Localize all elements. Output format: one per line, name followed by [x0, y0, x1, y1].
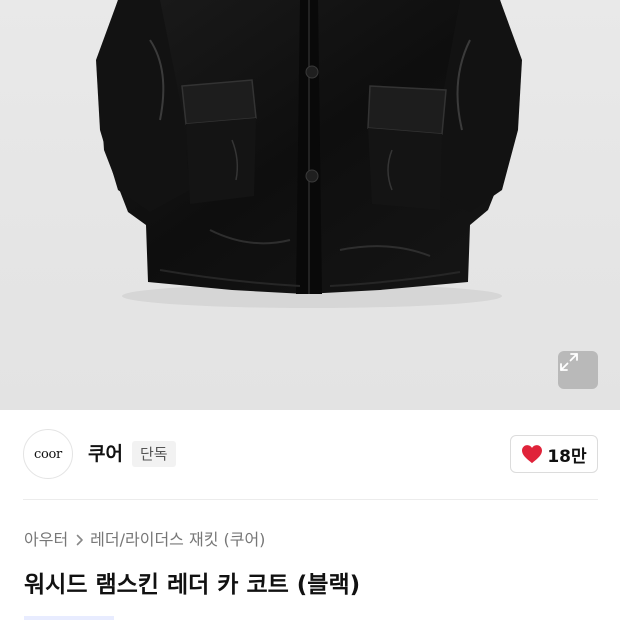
like-count: 18만 — [547, 446, 587, 467]
like-button[interactable]: 18만 — [510, 435, 598, 473]
heart-icon — [522, 445, 543, 464]
exclusive-badge: 단독 — [132, 441, 176, 467]
expand-arrows-icon — [560, 353, 578, 371]
chevron-right-icon — [76, 534, 84, 546]
breadcrumb-item-outer[interactable]: 아우터 — [24, 528, 68, 552]
product-detail-page: coor 쿠어 단독 18만 아우터 레더/라이더스 재킷 (쿠어) 워시드 램… — [0, 0, 620, 620]
brand-logo[interactable]: coor — [23, 429, 73, 479]
breadcrumb-item-leather-jacket[interactable]: 레더/라이더스 재킷 (쿠어) — [90, 528, 265, 552]
product-title: 워시드 램스킨 레더 카 코트 (블랙) — [24, 572, 361, 598]
brand-logo-text: coor — [34, 446, 62, 462]
brand-name[interactable]: 쿠어 — [88, 442, 123, 466]
leather-coat-photo — [96, 0, 522, 308]
product-image[interactable] — [0, 0, 620, 410]
partial-element-strip — [24, 616, 114, 620]
breadcrumb: 아우터 레더/라이더스 재킷 (쿠어) — [24, 528, 265, 552]
brand-row: coor 쿠어 단독 18만 — [0, 410, 620, 500]
divider — [23, 499, 598, 500]
expand-image-button[interactable] — [558, 351, 598, 389]
